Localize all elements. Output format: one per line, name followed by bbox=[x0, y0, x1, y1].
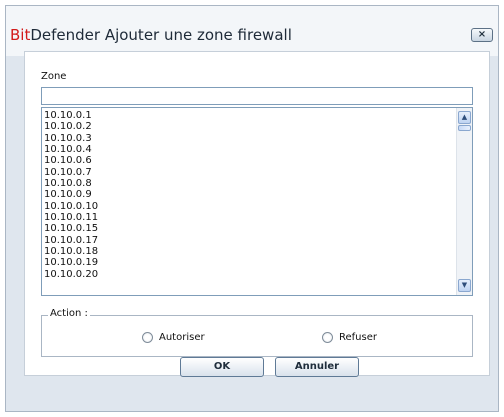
list-item[interactable]: 10.10.0.9 bbox=[44, 189, 98, 200]
dialog-window: BitDefender Ajouter une zone firewall × … bbox=[5, 5, 499, 412]
deny-radio-label[interactable]: Refuser bbox=[339, 332, 377, 343]
scroll-down-button[interactable]: ▼ bbox=[458, 279, 471, 292]
list-item[interactable]: 10.10.0.19 bbox=[44, 257, 98, 268]
content-panel: Zone 10.10.0.1 10.10.0.2 10.10.0.3 10.10… bbox=[24, 51, 490, 376]
list-scrollbar[interactable]: ▲ ▼ bbox=[456, 108, 472, 295]
allow-radio[interactable]: Autoriser bbox=[142, 332, 205, 343]
allow-radio-label[interactable]: Autoriser bbox=[159, 332, 205, 343]
dialog-title: BitDefender Ajouter une zone firewall bbox=[10, 26, 292, 44]
list-item[interactable]: 10.10.0.18 bbox=[44, 246, 98, 257]
address-list: 10.10.0.1 10.10.0.2 10.10.0.3 10.10.0.4 … bbox=[44, 110, 98, 280]
action-group: Action : Autoriser Refuser bbox=[41, 308, 473, 357]
list-item[interactable]: 10.10.0.7 bbox=[44, 167, 98, 178]
list-item[interactable]: 10.10.0.15 bbox=[44, 223, 98, 234]
close-button[interactable]: × bbox=[471, 28, 493, 42]
list-item[interactable]: 10.10.0.20 bbox=[44, 269, 98, 280]
list-item[interactable]: 10.10.0.8 bbox=[44, 178, 98, 189]
list-item[interactable]: 10.10.0.11 bbox=[44, 212, 98, 223]
chevron-down-icon: ▼ bbox=[461, 281, 468, 289]
list-item[interactable]: 10.10.0.4 bbox=[44, 144, 98, 155]
zone-label: Zone bbox=[41, 71, 67, 82]
title-text: Defender Ajouter une zone firewall bbox=[30, 26, 292, 44]
list-item[interactable]: 10.10.0.6 bbox=[44, 155, 98, 166]
scroll-thumb[interactable] bbox=[458, 125, 471, 131]
close-icon: × bbox=[477, 29, 487, 40]
zone-input[interactable] bbox=[41, 87, 473, 105]
scroll-up-button[interactable]: ▲ bbox=[458, 111, 471, 124]
cancel-button[interactable]: Annuler bbox=[275, 357, 359, 377]
list-item[interactable]: 10.10.0.3 bbox=[44, 133, 98, 144]
chevron-up-icon: ▲ bbox=[461, 113, 468, 121]
ok-button[interactable]: OK bbox=[180, 357, 264, 377]
list-item[interactable]: 10.10.0.17 bbox=[44, 235, 98, 246]
action-legend: Action : bbox=[48, 308, 90, 319]
radio-circle-icon[interactable] bbox=[322, 332, 333, 343]
list-item[interactable]: 10.10.0.2 bbox=[44, 121, 98, 132]
deny-radio[interactable]: Refuser bbox=[322, 332, 377, 343]
address-listbox[interactable]: 10.10.0.1 10.10.0.2 10.10.0.3 10.10.0.4 … bbox=[41, 107, 473, 296]
brand-logo-text: Bit bbox=[10, 26, 31, 44]
list-item[interactable]: 10.10.0.10 bbox=[44, 201, 98, 212]
list-item[interactable]: 10.10.0.1 bbox=[44, 110, 98, 121]
radio-circle-icon[interactable] bbox=[142, 332, 153, 343]
title-bar: BitDefender Ajouter une zone firewall × bbox=[6, 6, 498, 56]
